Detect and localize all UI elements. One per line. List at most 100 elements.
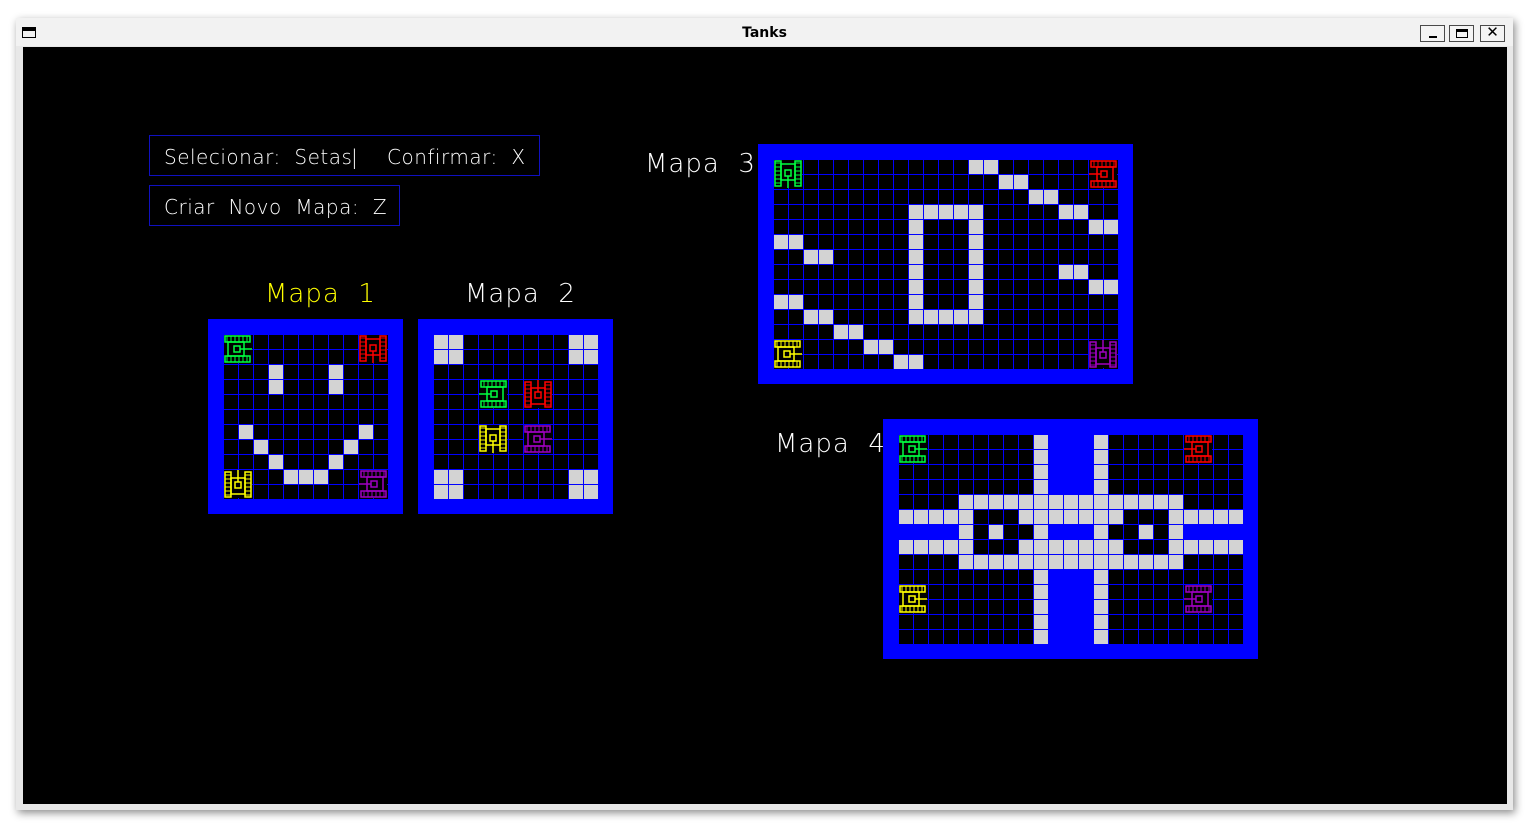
obstacle-block	[1019, 555, 1033, 569]
obstacle-block	[584, 485, 598, 499]
map-4-preview[interactable]	[883, 419, 1258, 659]
obstacle-block	[864, 340, 878, 354]
yellow-tank-icon	[224, 470, 252, 498]
obstacle-block	[774, 295, 788, 309]
obstacle-block	[449, 470, 463, 484]
obstacle-block	[1049, 555, 1063, 569]
obstacle-block	[929, 510, 943, 524]
obstacle-block	[909, 355, 923, 369]
obstacle-block	[974, 555, 988, 569]
purple-tank-icon	[359, 470, 387, 498]
obstacle-block	[1034, 555, 1048, 569]
map-1-preview[interactable]	[208, 319, 403, 514]
obstacle-block	[1034, 615, 1048, 629]
obstacle-block	[1034, 570, 1048, 584]
obstacle-block	[909, 265, 923, 279]
obstacle-block	[1059, 265, 1073, 279]
obstacle-block	[1109, 540, 1123, 554]
obstacle-block	[1094, 600, 1108, 614]
obstacle-block	[269, 380, 283, 394]
obstacle-block	[1034, 540, 1048, 554]
obstacle-block	[989, 495, 1003, 509]
green-tank-icon	[774, 160, 802, 188]
obstacle-block	[924, 310, 938, 324]
game-canvas[interactable]: Selecionar: Setas | Confirmar: X Criar N…	[23, 47, 1507, 804]
obstacle-block	[959, 495, 973, 509]
map-1-label: Mapa 1	[265, 279, 376, 309]
obstacle-block	[909, 235, 923, 249]
obstacle-block	[1034, 600, 1048, 614]
obstacle-block	[1094, 615, 1108, 629]
obstacle-block	[969, 235, 983, 249]
obstacle-block	[1049, 495, 1063, 509]
obstacle-block	[1139, 555, 1153, 569]
obstacle-block	[909, 205, 923, 219]
obstacle-block	[954, 310, 968, 324]
obstacle-block	[969, 280, 983, 294]
obstacle-block	[284, 470, 298, 484]
obstacle-block	[1169, 495, 1183, 509]
obstacle-block	[849, 325, 863, 339]
create-map-hint-box: Criar Novo Mapa: Z	[149, 185, 400, 226]
obstacle-block	[959, 555, 973, 569]
obstacle-block	[1094, 585, 1108, 599]
obstacle-block	[1104, 280, 1118, 294]
obstacle-block	[969, 220, 983, 234]
map-grid	[883, 419, 1258, 659]
obstacle-block	[1004, 495, 1018, 509]
obstacle-block	[314, 470, 328, 484]
obstacle-block	[954, 205, 968, 219]
obstacle-block	[959, 510, 973, 524]
obstacle-block	[434, 335, 448, 349]
obstacle-block	[969, 310, 983, 324]
title-bar[interactable]: Tanks ✕	[16, 18, 1513, 46]
obstacle-block	[269, 455, 283, 469]
maximize-button[interactable]	[1449, 25, 1474, 42]
obstacle-block	[969, 250, 983, 264]
obstacle-block	[879, 340, 893, 354]
obstacle-block	[1214, 510, 1228, 524]
obstacle-block	[1064, 540, 1078, 554]
obstacle-block	[819, 310, 833, 324]
obstacle-block	[584, 335, 598, 349]
obstacle-block	[449, 485, 463, 499]
obstacle-block	[1094, 570, 1108, 584]
obstacle-block	[344, 440, 358, 454]
obstacle-block	[1059, 205, 1073, 219]
minimize-button[interactable]	[1420, 25, 1445, 42]
controls-hint-box: Selecionar: Setas | Confirmar: X	[149, 135, 540, 176]
obstacle-block	[1064, 555, 1078, 569]
obstacle-block	[1019, 495, 1033, 509]
obstacle-block	[1089, 280, 1103, 294]
obstacle-block	[1169, 555, 1183, 569]
obstacle-block	[789, 295, 803, 309]
obstacle-block	[984, 160, 998, 174]
obstacle-block	[969, 160, 983, 174]
red-tank-icon	[1089, 160, 1117, 188]
obstacle-block	[989, 525, 1003, 539]
obstacle-block	[1094, 495, 1108, 509]
obstacle-block	[1074, 205, 1088, 219]
red-tank-icon	[1184, 435, 1212, 463]
obstacle-block	[1034, 525, 1048, 539]
obstacle-block	[929, 540, 943, 554]
obstacle-block	[1184, 510, 1198, 524]
close-icon: ✕	[1486, 23, 1499, 41]
obstacle-block	[1064, 495, 1078, 509]
obstacle-block	[944, 540, 958, 554]
obstacle-block	[1229, 540, 1243, 554]
game-window: Tanks ✕ Selecionar: Setas | Confirmar: X…	[16, 18, 1513, 810]
obstacle-block	[909, 220, 923, 234]
map-3-preview[interactable]	[758, 144, 1133, 384]
obstacle-block	[434, 350, 448, 364]
obstacle-block	[1094, 555, 1108, 569]
obstacle-block	[1034, 630, 1048, 644]
red-tank-icon	[359, 335, 387, 363]
purple-tank-icon	[524, 425, 552, 453]
obstacle-block	[329, 365, 343, 379]
map-4-label: Mapa 4	[775, 429, 886, 459]
obstacle-block	[1019, 540, 1033, 554]
map-2-preview[interactable]	[418, 319, 613, 514]
close-button[interactable]: ✕	[1480, 23, 1505, 42]
maximize-icon	[1456, 29, 1468, 38]
